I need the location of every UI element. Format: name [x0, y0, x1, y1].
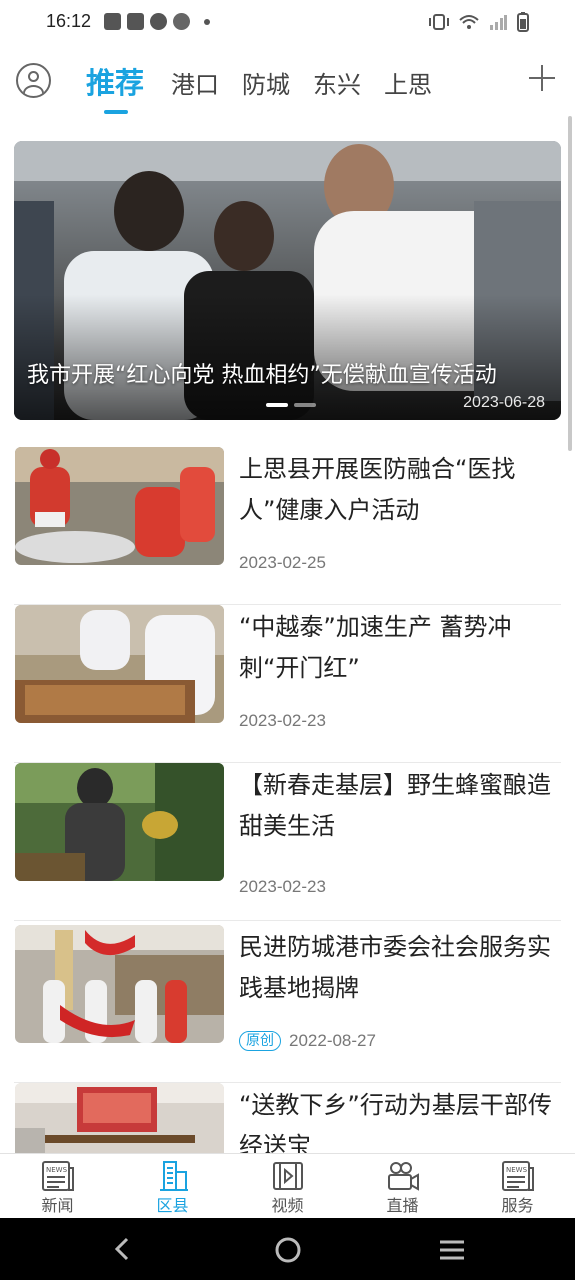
hero-title[interactable]: 我市开展“红心向党 热血相约”无偿献血宣传活动	[27, 357, 547, 389]
carousel-dot-active[interactable]	[266, 403, 288, 407]
channel-tabs: 推荐 港口 防城 东兴 上思	[86, 60, 455, 102]
scrollbar[interactable]	[568, 116, 572, 451]
status-bar: 16:12	[0, 0, 575, 46]
tab-news[interactable]: NEWS 新闻	[0, 1154, 115, 1218]
news-meta: 2023-02-25	[239, 553, 326, 573]
news-item[interactable]: “中越泰”加速生产 蓄势冲刺“开门红” 2023-02-23	[14, 605, 561, 763]
news-date: 2023-02-23	[239, 877, 326, 896]
hero-date: 2023-06-28	[463, 394, 545, 411]
bag-icon	[104, 13, 121, 30]
news-item[interactable]: 【新春走基层】野生蜂蜜酿造甜美生活 2023-02-23	[14, 763, 561, 921]
news-meta: 2023-02-23	[239, 877, 326, 897]
home-icon[interactable]	[274, 1236, 302, 1264]
active-tab-indicator	[104, 110, 128, 114]
plus-icon[interactable]	[529, 65, 555, 91]
check-circle-icon	[150, 13, 167, 30]
newspaper-icon: NEWS	[41, 1161, 74, 1191]
back-icon[interactable]	[110, 1236, 134, 1262]
original-badge: 原创	[239, 1031, 281, 1051]
tab-video[interactable]: 视频	[230, 1154, 345, 1218]
news-date: 2023-02-25	[239, 553, 326, 572]
user-circle-icon[interactable]	[16, 63, 51, 98]
bag-icon	[127, 13, 144, 30]
carousel-dot[interactable]	[294, 403, 316, 407]
news-title[interactable]: 【新春走基层】野生蜂蜜酿造甜美生活	[239, 765, 559, 847]
shield-icon	[173, 13, 190, 30]
tab-label: 服务	[501, 1196, 534, 1215]
hero-carousel[interactable]: 我市开展“红心向党 热血相约”无偿献血宣传活动 2023-06-28	[14, 141, 561, 420]
signal-icon	[490, 15, 507, 30]
tab-label: 直播	[386, 1196, 419, 1215]
service-news-icon: NEWS	[501, 1161, 534, 1191]
tab-service[interactable]: NEWS 服务	[460, 1154, 575, 1218]
live-camera-icon	[387, 1162, 419, 1191]
tab-recommend[interactable]: 推荐	[86, 60, 144, 102]
news-meta: 原创 2022-08-27	[239, 1031, 376, 1051]
channel-nav: 推荐 港口 防城 东兴 上思	[0, 46, 575, 118]
news-thumbnail	[15, 605, 224, 723]
tab-port[interactable]: 港口	[171, 65, 219, 100]
tab-label: 新闻	[41, 1196, 74, 1215]
news-thumbnail	[15, 925, 224, 1043]
news-thumbnail	[15, 763, 224, 881]
status-time: 16:12	[46, 11, 92, 31]
svg-text:NEWS: NEWS	[506, 1166, 528, 1174]
news-date: 2022-08-27	[289, 1031, 376, 1050]
tab-fangcheng[interactable]: 防城	[242, 65, 290, 100]
news-date: 2023-02-23	[239, 711, 326, 730]
system-nav-bar	[0, 1218, 575, 1280]
news-item[interactable]: 上思县开展医防融合“医找人”健康入户活动 2023-02-25	[14, 447, 561, 605]
bottom-tab-bar: NEWS 新闻 区县 视频 直播 NEWS 服务	[0, 1153, 575, 1218]
system-icons	[429, 12, 529, 32]
wifi-icon	[459, 15, 479, 29]
dot-icon	[204, 18, 210, 25]
news-meta: 2023-02-23	[239, 711, 326, 731]
tab-live[interactable]: 直播	[345, 1154, 460, 1218]
video-icon	[272, 1162, 303, 1190]
vibrate-icon	[429, 14, 449, 30]
notification-icons	[104, 13, 210, 30]
news-item[interactable]: 民进防城港市委会社会服务实践基地揭牌 原创 2022-08-27	[14, 925, 561, 1083]
tab-label: 区县	[156, 1196, 189, 1215]
menu-icon[interactable]	[438, 1238, 466, 1262]
tab-dongxing[interactable]: 东兴	[313, 65, 361, 100]
tab-district[interactable]: 区县	[115, 1154, 230, 1218]
city-icon	[159, 1161, 188, 1191]
news-thumbnail	[15, 447, 224, 565]
news-title[interactable]: 民进防城港市委会社会服务实践基地揭牌	[239, 927, 559, 1009]
carousel-dots	[266, 403, 316, 407]
news-title[interactable]: 上思县开展医防融合“医找人”健康入户活动	[239, 449, 559, 531]
battery-icon	[517, 12, 529, 32]
tab-label: 视频	[271, 1196, 304, 1215]
svg-text:NEWS: NEWS	[46, 1166, 68, 1174]
news-title[interactable]: “中越泰”加速生产 蓄势冲刺“开门红”	[239, 607, 559, 689]
tab-shangsi[interactable]: 上思	[384, 65, 432, 100]
